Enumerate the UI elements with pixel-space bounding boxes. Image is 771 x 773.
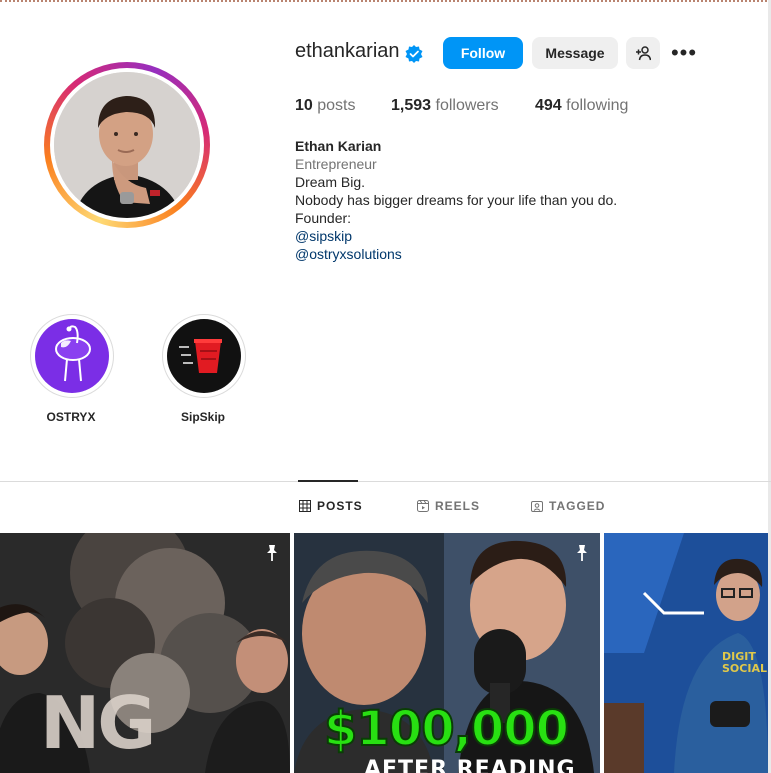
followers-label: followers — [435, 97, 499, 114]
tab-label: POSTS — [317, 499, 363, 513]
post-thumbnail[interactable]: $100,000 AFTER READING — [294, 533, 600, 773]
tabs-divider — [0, 481, 771, 482]
bio-mention-link[interactable]: @sipskip — [295, 227, 352, 245]
story-ring[interactable] — [44, 62, 210, 228]
tab-label: REELS — [435, 499, 481, 513]
post-overlay-text: $100,000 — [323, 700, 570, 758]
post-overlay-text: NG — [40, 681, 156, 765]
post-overlay-subtext: AFTER READING — [364, 757, 576, 773]
ostrich-icon — [35, 319, 109, 393]
avatar[interactable] — [54, 72, 200, 218]
highlight-label: OSTRYX — [46, 410, 96, 424]
reels-icon — [417, 500, 429, 512]
verified-badge-icon — [405, 45, 423, 63]
add-user-icon — [636, 46, 651, 61]
followers-stat[interactable]: 1,593 followers — [391, 97, 499, 115]
post-thumbnail[interactable]: NG — [0, 533, 290, 773]
suggested-users-button[interactable] — [626, 37, 660, 69]
posts-count: 10 — [295, 97, 313, 114]
following-stat[interactable]: 494 following — [535, 97, 628, 115]
following-label: following — [566, 97, 629, 114]
followers-count: 1,593 — [391, 97, 432, 114]
highlight-ostryx[interactable] — [30, 314, 114, 398]
red-cup-icon — [167, 319, 241, 393]
tab-reels[interactable]: REELS — [417, 499, 480, 513]
tab-tagged[interactable]: TAGGED — [531, 499, 605, 513]
profile-username: ethankarian — [295, 40, 400, 62]
avatar-photo — [54, 72, 200, 218]
tab-label: TAGGED — [549, 499, 606, 513]
following-count: 494 — [535, 97, 562, 114]
bio-full-name: Ethan Karian — [295, 138, 382, 154]
pinned-icon — [577, 545, 587, 561]
bio-mention-link[interactable]: @ostryxsolutions — [295, 245, 402, 263]
post-overlay-text: DIGIT SOCIAL — [722, 650, 767, 675]
tagged-icon — [531, 501, 543, 512]
tab-posts[interactable]: POSTS — [299, 499, 363, 513]
window-top-border — [0, 0, 771, 6]
bio-line: Nobody has bigger dreams for your life t… — [295, 192, 618, 208]
posts-label: posts — [317, 97, 356, 114]
highlight-sipskip[interactable] — [162, 314, 246, 398]
posts-stat: 10 posts — [295, 97, 356, 115]
bio-line: Dream Big. — [295, 174, 366, 190]
pinned-icon — [267, 545, 277, 561]
follow-button[interactable]: Follow — [443, 37, 523, 69]
highlight-label: SipSkip — [180, 410, 225, 424]
active-tab-indicator — [298, 480, 358, 482]
bio-line: Founder: — [295, 210, 352, 226]
message-button[interactable]: Message — [532, 37, 618, 69]
more-options-icon[interactable]: ••• — [670, 40, 698, 66]
grid-icon — [299, 500, 311, 512]
bio-category: Entrepreneur — [295, 156, 377, 172]
post-thumbnail[interactable]: DIGIT SOCIAL — [604, 533, 768, 773]
